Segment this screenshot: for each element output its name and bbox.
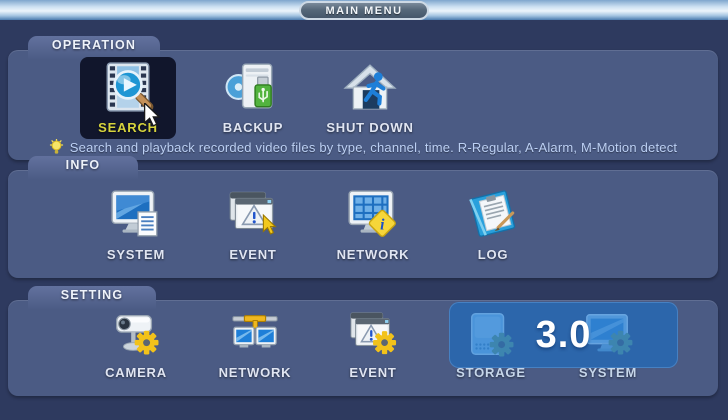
- log-icon: [465, 186, 521, 242]
- menu-item-setting-camera[interactable]: CAMERA: [88, 308, 184, 380]
- mouse-cursor-icon: [144, 103, 161, 128]
- menu-item-info-network-label: NETWORK: [337, 247, 410, 262]
- version-overlay-text: 3.0: [536, 314, 592, 357]
- camera-icon: [110, 308, 162, 360]
- hint-text: Search and playback recorded video files…: [70, 140, 677, 155]
- page-title-label: MAIN MENU: [325, 5, 402, 17]
- page-title: MAIN MENU: [299, 1, 429, 20]
- menu-item-search[interactable]: SEARCH: [80, 57, 176, 139]
- hint-bar: Search and playback recorded video files…: [8, 139, 718, 155]
- event-setting-icon: [347, 308, 399, 360]
- menu-item-info-log[interactable]: LOG: [445, 186, 541, 262]
- backup-icon: [225, 59, 281, 115]
- menu-item-setting-network[interactable]: NETWORK: [207, 308, 303, 380]
- menu-item-info-system-label: SYSTEM: [107, 247, 165, 262]
- lightbulb-icon: [49, 139, 64, 155]
- event-info-icon: [225, 186, 281, 242]
- menu-item-shutdown-label: SHUT DOWN: [326, 120, 413, 135]
- section-setting-tab: SETTING: [28, 286, 156, 310]
- shutdown-icon: [342, 59, 398, 115]
- menu-item-info-event-label: EVENT: [229, 247, 276, 262]
- menu-item-info-log-label: LOG: [478, 247, 509, 262]
- dvr-main-menu-screen: MAIN MENU OPERATION: [0, 0, 728, 420]
- menu-item-backup-label: BACKUP: [223, 120, 283, 135]
- menu-item-setting-network-label: NETWORK: [219, 365, 292, 380]
- section-info-tab: INFO: [28, 156, 138, 180]
- section-operation-label: OPERATION: [52, 38, 136, 52]
- section-setting-label: SETTING: [61, 288, 124, 302]
- svg-text:i: i: [380, 217, 385, 234]
- network-info-icon: i: [345, 186, 401, 242]
- section-info-label: INFO: [66, 158, 101, 172]
- menu-item-info-event[interactable]: EVENT: [205, 186, 301, 262]
- menu-item-info-network[interactable]: i NETWORK: [325, 186, 421, 262]
- menu-item-setting-event[interactable]: EVENT: [325, 308, 421, 380]
- system-info-icon: [108, 186, 164, 242]
- section-info: INFO SYSTEM: [8, 170, 718, 278]
- menu-item-setting-event-label: EVENT: [349, 365, 396, 380]
- menu-item-shutdown[interactable]: SHUT DOWN: [322, 59, 418, 135]
- menu-item-info-system[interactable]: SYSTEM: [88, 186, 184, 262]
- section-operation: OPERATION: [8, 50, 718, 160]
- menu-item-setting-camera-label: CAMERA: [105, 365, 167, 380]
- version-overlay-badge: 3.0: [449, 302, 678, 368]
- network-setting-icon: [229, 308, 281, 360]
- menu-item-backup[interactable]: BACKUP: [205, 59, 301, 135]
